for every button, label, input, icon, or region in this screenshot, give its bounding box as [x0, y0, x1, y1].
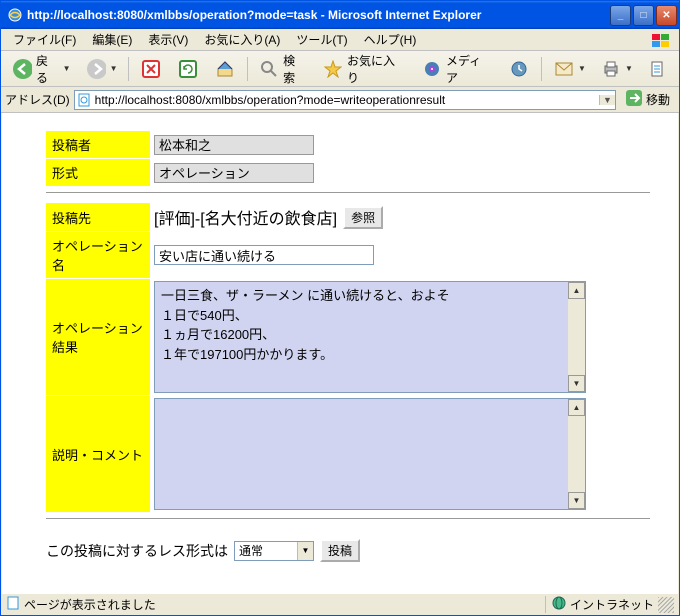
destination-label: 投稿先 — [46, 203, 150, 231]
stop-icon — [141, 59, 161, 79]
menu-view[interactable]: 表示(V) — [140, 29, 196, 50]
comment-label: 説明・コメント — [46, 396, 150, 512]
comment-text — [155, 399, 585, 509]
format-label: 形式 — [46, 159, 150, 186]
media-icon — [423, 59, 443, 79]
back-label: 戻る — [36, 52, 59, 86]
menubar: ファイル(F) 編集(E) 表示(V) お気に入り(A) ツール(T) ヘルプ(… — [1, 29, 679, 51]
chevron-down-icon: ▼ — [578, 64, 584, 73]
addressbar: アドレス(D) ▼ 移動 — [1, 87, 679, 113]
xp-flag-icon — [645, 30, 677, 51]
print-icon — [601, 59, 621, 79]
mail-icon — [554, 59, 574, 79]
history-button[interactable] — [502, 55, 536, 83]
chevron-down-icon: ▼ — [110, 64, 116, 73]
chevron-down-icon: ▼ — [625, 64, 631, 73]
print-button[interactable]: ▼ — [594, 55, 638, 83]
divider — [46, 518, 650, 519]
close-button[interactable]: ✕ — [656, 5, 677, 26]
favorites-label: お気に入り — [347, 52, 406, 86]
page-content: 投稿者 松本和之 形式 オペレーション 投稿先 [評価]-[名大付近の飲食店] … — [2, 113, 678, 593]
menu-tools[interactable]: ツール(T) — [288, 29, 355, 50]
edit-button[interactable] — [641, 55, 675, 83]
home-button[interactable] — [208, 55, 242, 83]
maximize-button[interactable]: □ — [633, 5, 654, 26]
stop-button[interactable] — [134, 55, 168, 83]
scroll-down-icon[interactable]: ▼ — [568, 375, 585, 392]
titlebar: http://localhost:8080/xmlbbs/operation?m… — [1, 1, 679, 29]
author-label: 投稿者 — [46, 131, 150, 158]
resize-grip[interactable] — [658, 597, 674, 613]
home-icon — [215, 59, 235, 79]
browse-button[interactable]: 参照 — [343, 206, 383, 229]
zone-icon — [552, 596, 566, 613]
toolbar: 戻る ▼ ▼ 検索 お気に入り メディア ▼ ▼ — [1, 51, 679, 87]
divider — [46, 192, 650, 193]
separator — [247, 57, 248, 81]
destination-value: [評価]-[名大付近の飲食店] — [154, 205, 337, 229]
opname-label: オペレーション名 — [46, 232, 150, 278]
status-text: ページが表示されました — [24, 596, 156, 613]
scroll-up-icon[interactable]: ▲ — [568, 399, 585, 416]
page-icon — [6, 596, 20, 613]
author-field: 松本和之 — [154, 135, 314, 155]
ie-icon — [7, 7, 23, 23]
menu-file[interactable]: ファイル(F) — [5, 29, 84, 50]
opresult-label: オペレーション結果 — [46, 279, 150, 395]
back-icon — [12, 59, 32, 79]
submit-button[interactable]: 投稿 — [320, 539, 360, 562]
comment-textarea[interactable]: ▲▼ — [154, 398, 586, 510]
opresult-text: 一日三食、ザ・ラーメン に通い続けると、およそ １日で540円、 １ヵ月で162… — [155, 282, 585, 392]
media-button[interactable]: メディア — [416, 48, 500, 90]
address-input[interactable] — [93, 93, 599, 107]
forward-button[interactable]: ▼ — [79, 55, 123, 83]
refresh-button[interactable] — [171, 55, 205, 83]
menu-help[interactable]: ヘルプ(H) — [356, 29, 425, 50]
separator — [541, 57, 542, 81]
go-label: 移動 — [646, 91, 670, 108]
statusbar: ページが表示されました イントラネット — [2, 593, 678, 615]
ie-window: http://localhost:8080/xmlbbs/operation?m… — [0, 0, 680, 616]
menu-edit[interactable]: 編集(E) — [84, 29, 140, 50]
search-icon — [260, 59, 279, 79]
opresult-textarea[interactable]: 一日三食、ザ・ラーメン に通い続けると、およそ １日で540円、 １ヵ月で162… — [154, 281, 586, 393]
reply-format-select[interactable]: 通常 ▼ — [234, 541, 314, 561]
media-label: メディア — [446, 52, 492, 86]
menu-favorites[interactable]: お気に入り(A) — [196, 29, 288, 50]
back-button[interactable]: 戻る ▼ — [5, 48, 76, 90]
reply-format-value: 通常 — [239, 542, 263, 559]
mail-button[interactable]: ▼ — [547, 55, 591, 83]
address-label: アドレス(D) — [5, 91, 70, 108]
address-dropdown-icon[interactable]: ▼ — [599, 95, 615, 105]
forward-icon — [86, 59, 106, 79]
star-icon — [323, 59, 343, 79]
address-field-wrap[interactable]: ▼ — [74, 90, 616, 110]
minimize-button[interactable]: _ — [610, 5, 631, 26]
scroll-up-icon[interactable]: ▲ — [568, 282, 585, 299]
search-label: 検索 — [283, 52, 306, 86]
opname-input[interactable] — [154, 245, 374, 265]
chevron-down-icon: ▼ — [297, 542, 313, 560]
edit-icon — [648, 59, 668, 79]
history-icon — [509, 59, 529, 79]
scroll-down-icon[interactable]: ▼ — [568, 492, 585, 509]
go-button[interactable]: 移動 — [620, 87, 675, 112]
format-field: オペレーション — [154, 163, 314, 183]
scrollbar[interactable]: ▲▼ — [568, 282, 585, 392]
window-title: http://localhost:8080/xmlbbs/operation?m… — [27, 8, 610, 22]
chevron-down-icon: ▼ — [63, 64, 69, 73]
refresh-icon — [178, 59, 198, 79]
go-icon — [625, 89, 643, 110]
separator — [128, 57, 129, 81]
search-button[interactable]: 検索 — [253, 48, 314, 90]
favorites-button[interactable]: お気に入り — [316, 48, 412, 90]
scrollbar[interactable]: ▲▼ — [568, 399, 585, 509]
page-icon — [75, 93, 93, 107]
reply-format-label: この投稿に対するレス形式は — [46, 541, 228, 561]
zone-text: イントラネット — [570, 596, 654, 613]
